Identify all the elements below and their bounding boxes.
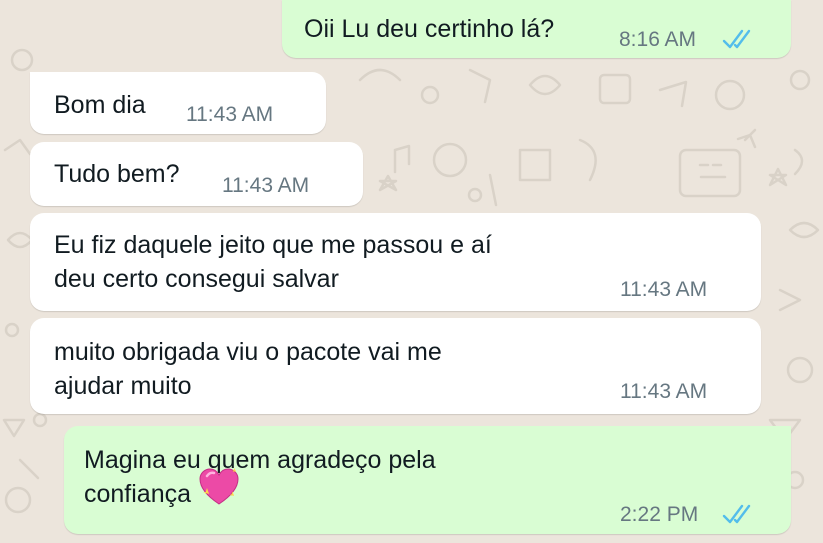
message-text: Tudo bem?	[54, 160, 180, 188]
message-text: Bom dia	[54, 91, 146, 119]
read-receipt-icon	[722, 29, 751, 49]
message-text-content: Magina eu quem agradeço pela confiança	[84, 446, 436, 508]
message-bubble-outgoing[interactable]: Oii Lu deu certinho lá? 8:16 AM	[282, 0, 791, 58]
message-bubble-incoming[interactable]: Bom dia 11:43 AM	[30, 72, 326, 134]
read-receipt-icon	[722, 504, 751, 524]
message-bubble-incoming[interactable]: muito obrigada viu o pacote vai me ajuda…	[30, 318, 761, 414]
message-text: Eu fiz daquele jeito que me passou e aí …	[54, 231, 492, 293]
message-bubble-outgoing[interactable]: Magina eu quem agradeço pela confiança 2…	[64, 426, 791, 534]
message-timestamp: 11:43 AM	[222, 174, 310, 197]
message-text: muito obrigada viu o pacote vai me ajuda…	[54, 338, 442, 400]
message-timestamp: 2:22 PM	[620, 503, 699, 526]
message-timestamp: 11:43 AM	[620, 380, 708, 403]
message-text: Magina eu quem agradeço pela confiança	[84, 443, 436, 511]
message-timestamp: 8:16 AM	[619, 28, 697, 51]
message-bubble-incoming[interactable]: Tudo bem? 11:43 AM	[30, 142, 363, 206]
message-bubble-incoming[interactable]: Eu fiz daquele jeito que me passou e aí …	[30, 213, 761, 311]
sparkling-heart-icon	[199, 468, 239, 505]
message-text: Oii Lu deu certinho lá?	[304, 15, 555, 43]
message-timestamp: 11:43 AM	[620, 278, 708, 301]
message-timestamp: 11:43 AM	[186, 103, 274, 126]
